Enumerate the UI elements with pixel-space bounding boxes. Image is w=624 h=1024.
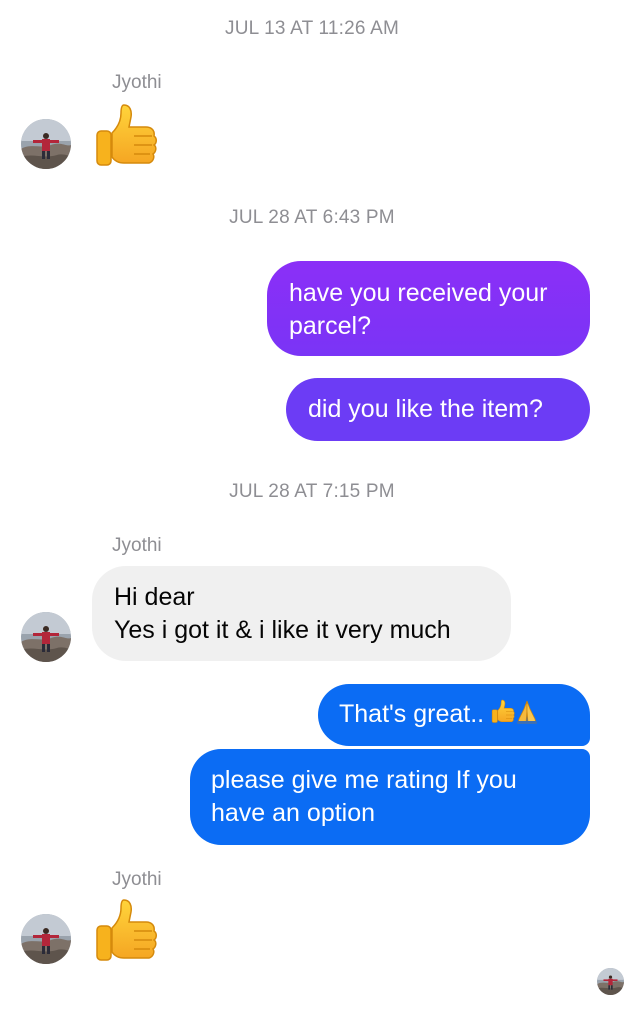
timestamp-divider: JUL 13 AT 11:26 AM bbox=[225, 18, 399, 39]
thumbs-up-icon[interactable] bbox=[94, 103, 158, 171]
read-receipt-avatar bbox=[597, 968, 624, 995]
sender-name: Jyothi bbox=[112, 869, 162, 890]
outgoing-message-bubble[interactable]: did you like the item? bbox=[286, 378, 590, 441]
incoming-message-bubble[interactable]: Hi dear Yes i got it & i like it very mu… bbox=[92, 566, 511, 661]
timestamp-divider: JUL 28 AT 6:43 PM bbox=[229, 207, 395, 228]
avatar-image bbox=[21, 612, 71, 662]
message-text: That's great.. bbox=[339, 700, 485, 728]
message-text-line: Hi dear bbox=[114, 583, 195, 611]
thumbs-up-icon[interactable] bbox=[94, 898, 158, 966]
message-text-line: have you received your bbox=[289, 279, 548, 307]
sender-name: Jyothi bbox=[112, 72, 162, 93]
message-text-line: Yes i got it & i like it very much bbox=[114, 616, 451, 644]
thumbs-up-icon bbox=[491, 699, 515, 734]
timestamp-divider: JUL 28 AT 7:15 PM bbox=[229, 481, 395, 502]
outgoing-message-bubble[interactable]: please give me rating If you have an opt… bbox=[190, 749, 590, 845]
sender-name: Jyothi bbox=[112, 535, 162, 556]
contact-avatar[interactable] bbox=[21, 612, 71, 662]
message-text-line: parcel? bbox=[289, 312, 371, 340]
outgoing-message-bubble[interactable]: That's great.. bbox=[318, 684, 590, 746]
avatar-image bbox=[21, 914, 71, 964]
message-text-line: have an option bbox=[211, 799, 376, 827]
avatar-image bbox=[21, 119, 71, 169]
contact-avatar[interactable] bbox=[21, 914, 71, 964]
contact-avatar[interactable] bbox=[21, 119, 71, 169]
message-text-line: please give me rating If you bbox=[211, 766, 517, 794]
message-text: did you like the item? bbox=[308, 395, 543, 423]
folded-hands-icon bbox=[515, 699, 539, 734]
outgoing-message-bubble[interactable]: have you received your parcel? bbox=[267, 261, 590, 356]
